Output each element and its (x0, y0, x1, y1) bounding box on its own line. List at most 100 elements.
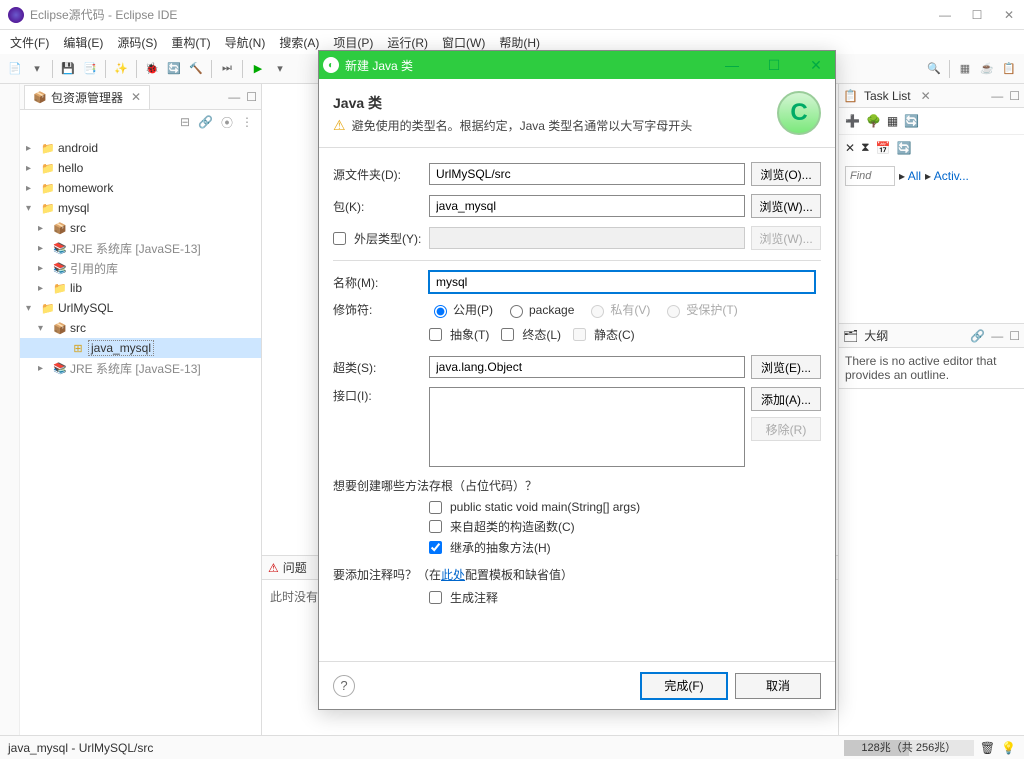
enclosing-type-input (429, 227, 745, 249)
close-tab-icon[interactable]: ✕ (921, 89, 931, 103)
superclass-input[interactable] (429, 356, 745, 378)
project-tree[interactable]: ▸📁android▸📁hello▸📁homework▾📁mysql▸📦src▸📚… (20, 134, 261, 735)
menu-item[interactable]: 编辑(E) (57, 32, 109, 53)
dialog-icon: ◐ (323, 57, 339, 73)
maximize-view-icon[interactable]: ☐ (246, 90, 257, 104)
build-icon[interactable]: 🔨 (187, 60, 205, 78)
cancel-button[interactable]: 取消 (735, 673, 821, 699)
save-all-icon[interactable]: 📑 (81, 60, 99, 78)
modifier-package-radio[interactable]: package (505, 302, 574, 318)
sync-icon[interactable]: 🔄 (896, 141, 911, 155)
task-list-tab[interactable]: Task List (858, 87, 917, 105)
tip-icon[interactable]: 💡 (1001, 741, 1016, 755)
tree-row[interactable]: ▾📁UrlMySQL (20, 298, 261, 318)
refresh-icon[interactable]: 🔄 (165, 60, 183, 78)
categorize-icon[interactable]: ▦ (887, 114, 898, 128)
menu-item[interactable]: 重构(T) (165, 32, 216, 53)
tree-row[interactable]: ▸📚引用的库 (20, 258, 261, 278)
tree-row[interactable]: ⊞java_mysql (20, 338, 261, 358)
outline-tab[interactable]: 大纲 (858, 325, 894, 346)
close-tab-icon[interactable]: ✕ (131, 90, 141, 104)
java-perspective-icon[interactable]: ☕ (978, 60, 996, 78)
trash-icon[interactable]: 🗑 (980, 741, 995, 755)
configure-templates-link[interactable]: 此处 (441, 568, 465, 582)
tree-row[interactable]: ▸📦src (20, 218, 261, 238)
debug-icon[interactable]: 🐞 (143, 60, 161, 78)
tree-row[interactable]: ▸📁homework (20, 178, 261, 198)
dialog-maximize-button[interactable]: ☐ (759, 57, 789, 74)
tree-row[interactable]: ▸📁hello (20, 158, 261, 178)
modifier-public-radio[interactable]: 公用(P) (429, 301, 493, 318)
task-perspective-icon[interactable]: 📋 (1000, 60, 1018, 78)
link-editor-icon[interactable]: 🔗 (198, 115, 213, 129)
dropdown-icon[interactable]: ▾ (28, 60, 46, 78)
filter-icon[interactable]: ✕ (845, 141, 855, 155)
menu-item[interactable]: 源码(S) (111, 32, 163, 53)
problems-tab-label[interactable]: 问题 (283, 559, 307, 576)
remove-interface-button: 移除(R) (751, 417, 821, 441)
tree-row[interactable]: ▾📦src (20, 318, 261, 338)
stub-inherited-abstract-check[interactable]: 继承的抽象方法(H) (429, 539, 821, 556)
task-find-input[interactable] (845, 166, 895, 186)
run-icon[interactable]: ▶ (249, 60, 267, 78)
minimize-view-icon[interactable]: — (228, 90, 240, 104)
tree-row[interactable]: ▸📁lib (20, 278, 261, 298)
memory-indicator[interactable]: 128兆（共 256兆） (844, 740, 974, 756)
link-icon[interactable]: 🔗 (970, 329, 985, 343)
browse-source-button[interactable]: 浏览(O)... (751, 162, 821, 186)
wand-icon[interactable]: ✨ (112, 60, 130, 78)
add-interface-button[interactable]: 添加(A)... (751, 387, 821, 411)
package-input[interactable] (429, 195, 745, 217)
modifier-final-check[interactable]: 终态(L) (501, 326, 561, 343)
finish-button[interactable]: 完成(F) (641, 673, 727, 699)
new-task-icon[interactable]: ➕ (845, 114, 860, 128)
enclosing-type-check[interactable] (333, 232, 346, 245)
modifier-abstract-check[interactable]: 抽象(T) (429, 326, 489, 343)
all-link[interactable]: ▸ All (899, 169, 921, 183)
enclosing-type-label: 外层类型(Y): (354, 230, 421, 247)
minimize-button[interactable]: — (938, 8, 952, 22)
calendar-icon[interactable]: 📅 (876, 141, 891, 155)
maximize-icon[interactable]: ☐ (1009, 329, 1020, 343)
dialog-titlebar[interactable]: ◐ 新建 Java 类 — ☐ ✕ (319, 51, 835, 79)
minimize-icon[interactable]: — (991, 89, 1003, 103)
tree-row[interactable]: ▸📁android (20, 138, 261, 158)
stub-super-constructors-check[interactable]: 来自超类的构造函数(C) (429, 518, 821, 535)
dialog-minimize-button[interactable]: — (717, 57, 747, 74)
menu-item[interactable]: 文件(F) (4, 32, 55, 53)
perspective-icon[interactable]: ▦ (956, 60, 974, 78)
tree-row[interactable]: ▾📁mysql (20, 198, 261, 218)
generate-comments-check[interactable]: 生成注释 (429, 589, 821, 606)
tree-icon[interactable]: 🌳 (866, 114, 881, 128)
dialog-close-button[interactable]: ✕ (801, 57, 831, 74)
outline-icon: 🗂 (843, 329, 858, 343)
source-folder-input[interactable] (429, 163, 745, 185)
tree-row[interactable]: ▸📚JRE 系统库 [JavaSE-13] (20, 238, 261, 258)
project-explorer-tab[interactable]: 📦 包资源管理器 ✕ (24, 85, 150, 109)
stub-main-check[interactable]: public static void main(String[] args) (429, 500, 821, 514)
help-icon[interactable]: ? (333, 675, 355, 697)
package-icon: 📦 (33, 90, 47, 104)
eclipse-icon (8, 7, 24, 23)
minimize-icon[interactable]: — (991, 329, 1003, 343)
maximize-icon[interactable]: ☐ (1009, 89, 1020, 103)
class-name-input[interactable] (429, 271, 815, 293)
browse-superclass-button[interactable]: 浏览(E)... (751, 355, 821, 379)
maximize-button[interactable]: ☐ (970, 8, 984, 22)
tree-row[interactable]: ▸📚JRE 系统库 [JavaSE-13] (20, 358, 261, 378)
new-icon[interactable]: 📄 (6, 60, 24, 78)
close-button[interactable]: ✕ (1002, 8, 1016, 22)
skip-icon[interactable]: ⏭ (218, 60, 236, 78)
search-icon[interactable]: 🔍 (925, 60, 943, 78)
dropdown-icon[interactable]: ▾ (271, 60, 289, 78)
focus-icon[interactable]: ⦿ (221, 114, 233, 131)
menu-item[interactable]: 导航(N) (219, 32, 272, 53)
collapse-all-icon[interactable]: ⊟ (180, 115, 190, 129)
refresh-icon[interactable]: 🔄 (904, 114, 919, 128)
view-menu-icon[interactable]: ⋮ (241, 115, 253, 129)
hourglass-icon[interactable]: ⧗ (861, 140, 869, 155)
interfaces-list[interactable] (429, 387, 745, 467)
activate-link[interactable]: ▸ Activ... (925, 169, 969, 183)
browse-package-button[interactable]: 浏览(W)... (751, 194, 821, 218)
save-icon[interactable]: 💾 (59, 60, 77, 78)
